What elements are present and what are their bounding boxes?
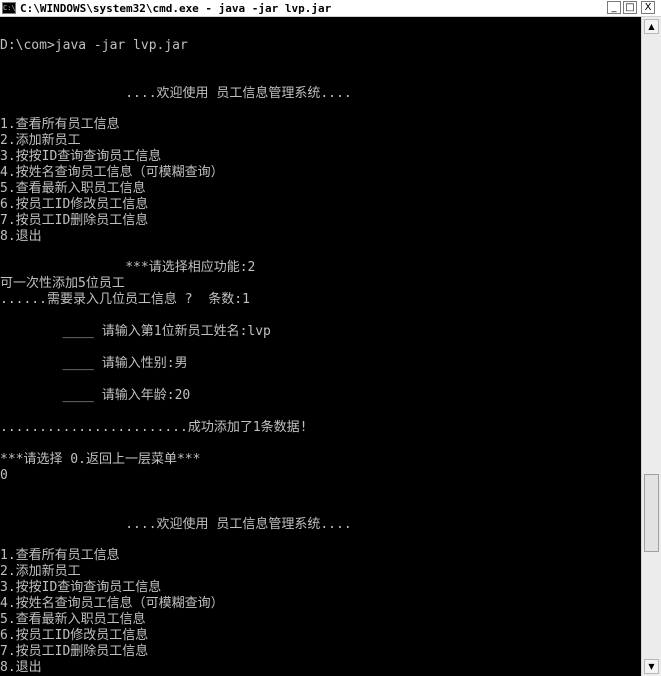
console-line-welcome-2: ....欢迎使用 员工信息管理系统.... [0, 517, 352, 532]
console-line-menu-1-b: 1.查看所有员工信息 [0, 548, 120, 563]
console-line-batch-info: 可一次性添加5位员工 [0, 276, 125, 291]
console-line-menu-2-b: 2.添加新员工 [0, 564, 81, 579]
console-line-welcome: ....欢迎使用 员工信息管理系统.... [0, 86, 352, 101]
close-button[interactable]: X [641, 1, 655, 14]
console-line-menu-8: 8.退出 [0, 229, 42, 244]
console-line-menu-3-b: 3.按按ID查询查询员工信息 [0, 580, 162, 595]
console-line-menu-5-b: 5.查看最新入职员工信息 [0, 612, 146, 627]
maximize-button[interactable]: □ [623, 1, 637, 14]
console-line-return-prompt: ***请选择 0.返回上一层菜单*** [0, 452, 201, 467]
minimize-button[interactable]: _ [607, 1, 621, 14]
console-line-menu-4-b: 4.按姓名查询员工信息（可模糊查询） [0, 596, 224, 611]
console-line-menu-2: 2.添加新员工 [0, 133, 81, 148]
vertical-scrollbar[interactable]: ▲ ▼ [641, 17, 661, 676]
cmd-window: C:\ C:\WINDOWS\system32\cmd.exe - java -… [0, 0, 661, 676]
console-line-input-zero: 0 [0, 468, 8, 483]
console-line-menu-4: 4.按姓名查询员工信息（可模糊查询） [0, 165, 224, 180]
console-line-menu-3: 3.按按ID查询查询员工信息 [0, 149, 162, 164]
console-line-menu-1: 1.查看所有员工信息 [0, 117, 120, 132]
console-line-success: ........................成功添加了1条数据! [0, 420, 308, 435]
console-line-select-prompt: ***请选择相应功能:2 [0, 260, 256, 275]
scroll-down-arrow-icon[interactable]: ▼ [644, 659, 659, 674]
console-line-menu-8-b: 8.退出 [0, 660, 42, 675]
console-line-menu-6: 6.按员工ID修改员工信息 [0, 197, 149, 212]
console-line-gender-prompt: ____ 请输入性别:男 [0, 356, 188, 371]
console-line-command: D:\com>java -jar lvp.jar [0, 38, 188, 53]
title-bar[interactable]: C:\ C:\WINDOWS\system32\cmd.exe - java -… [0, 0, 661, 17]
scroll-thumb[interactable] [644, 474, 659, 552]
console-line-name-prompt: ____ 请输入第1位新员工姓名:lvp [0, 324, 271, 339]
console-line-menu-5: 5.查看最新入职员工信息 [0, 181, 146, 196]
console-line-age-prompt: ____ 请输入年龄:20 [0, 388, 191, 403]
cmd-icon[interactable]: C:\ [2, 2, 16, 14]
console-output[interactable]: D:\com>java -jar lvp.jar ....欢迎使用 员工信息管理… [0, 17, 641, 676]
window-title: C:\WINDOWS\system32\cmd.exe - java -jar … [20, 2, 332, 15]
scroll-up-arrow-icon[interactable]: ▲ [644, 19, 659, 34]
console-line-count-prompt: ......需要录入几位员工信息 ? 条数:1 [0, 292, 250, 307]
console-line-menu-6-b: 6.按员工ID修改员工信息 [0, 628, 149, 643]
console-line-menu-7-b: 7.按员工ID删除员工信息 [0, 644, 149, 659]
console-line-menu-7: 7.按员工ID删除员工信息 [0, 213, 149, 228]
